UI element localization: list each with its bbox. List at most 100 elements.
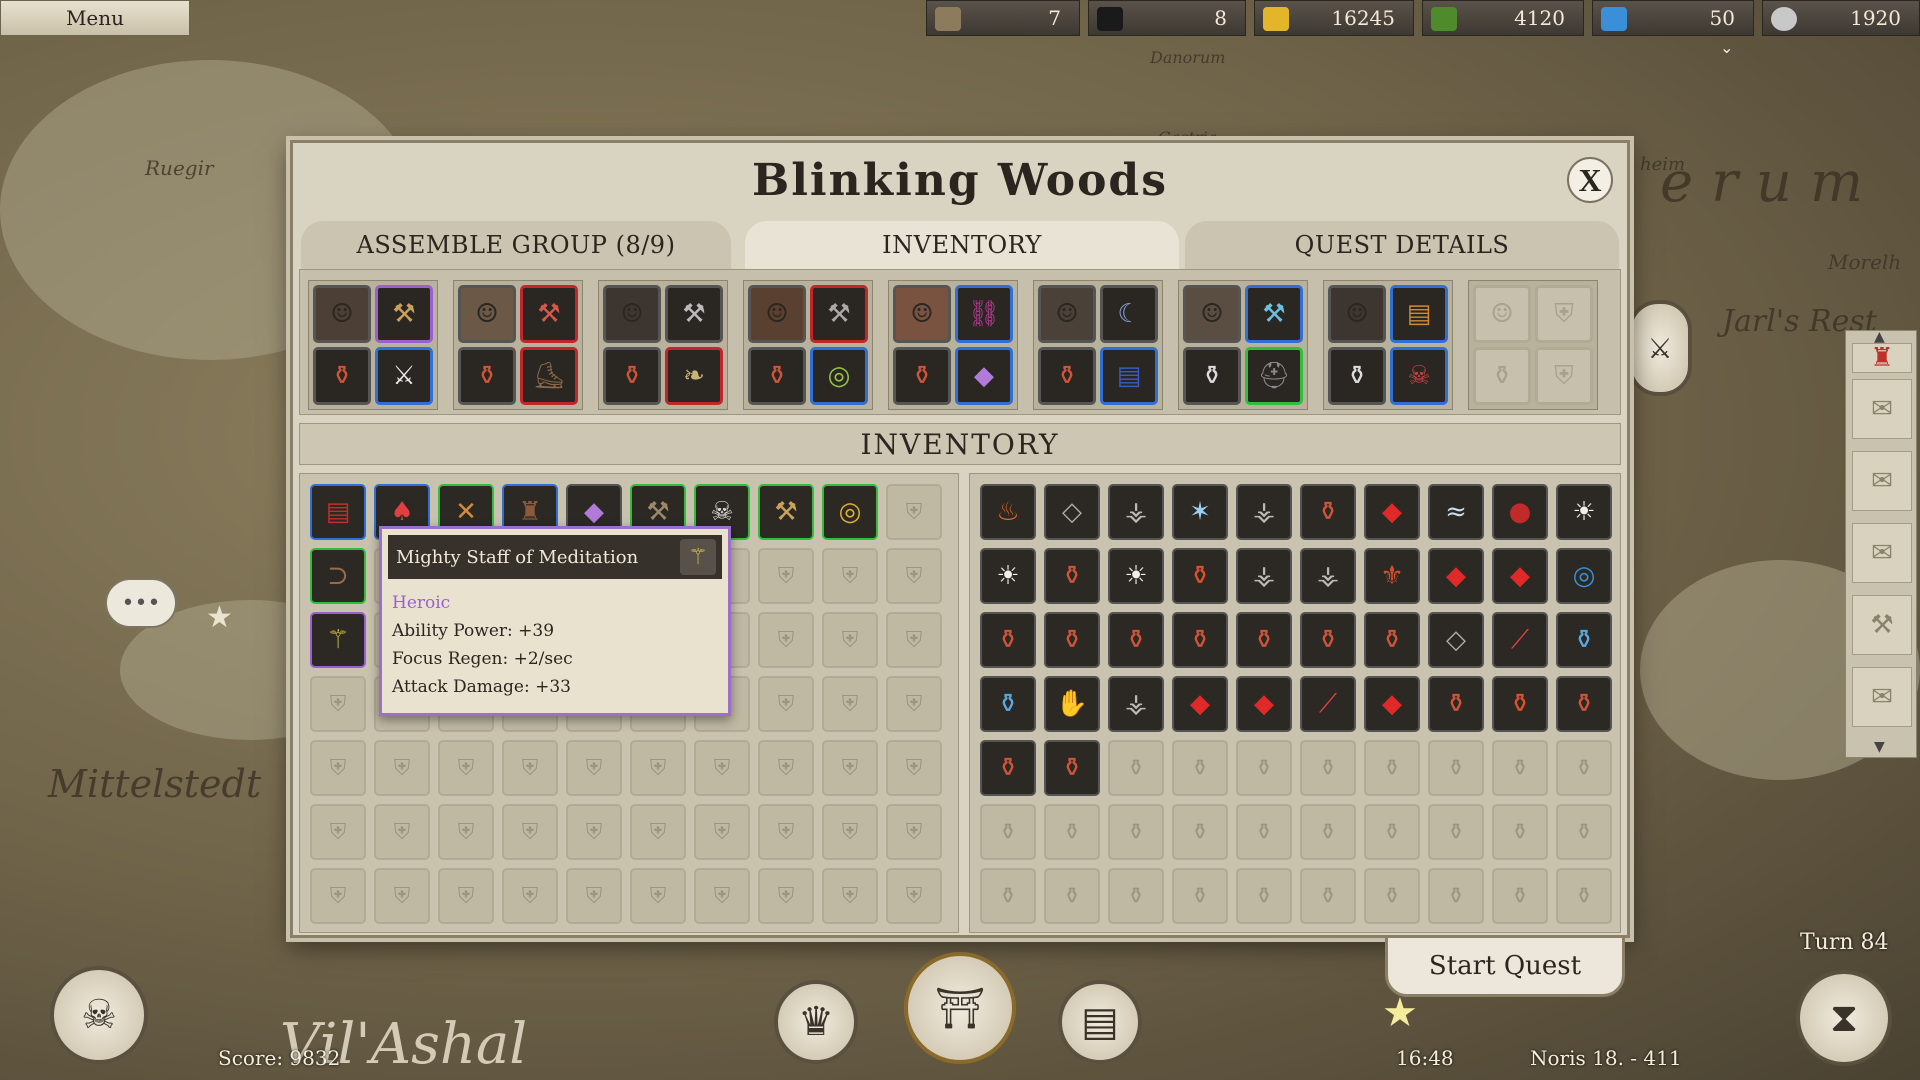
empty-slot[interactable]: ⛨ — [694, 804, 750, 860]
candy-icon[interactable]: ◆ — [1364, 676, 1420, 732]
empty-slot[interactable]: ⛨ — [886, 676, 942, 732]
amulet-slot[interactable]: ◎ — [810, 347, 868, 405]
potion-slot[interactable]: ⚱ — [893, 347, 951, 405]
feather-icon[interactable]: ⟋ — [1300, 676, 1356, 732]
empty-slot[interactable]: ⛨ — [374, 740, 430, 796]
empty-slot[interactable]: ⛨ — [758, 548, 814, 604]
empty-slot[interactable]: ⚱ — [1556, 868, 1612, 924]
empty-slot[interactable]: ⚱ — [1300, 740, 1356, 796]
empty-slot[interactable]: ⛨ — [438, 740, 494, 796]
list-item[interactable]: ♜ — [1852, 343, 1912, 373]
candy-icon[interactable]: ◆ — [1492, 548, 1548, 604]
scroll-icon[interactable]: ✉ — [1852, 379, 1912, 439]
empty-slot[interactable]: ⛨ — [822, 548, 878, 604]
empty-slot[interactable]: ⚱ — [1556, 804, 1612, 860]
candy-icon[interactable]: ◆ — [1172, 676, 1228, 732]
tab-quest-details[interactable]: QUEST DETAILS — [1185, 221, 1619, 269]
book-icon[interactable]: ▤ — [310, 484, 366, 540]
claw-icon[interactable]: ⚶ — [1236, 548, 1292, 604]
hero-portrait[interactable]: ☺ — [603, 285, 661, 343]
tab-inventory[interactable]: INVENTORY — [745, 221, 1179, 269]
rune-slot[interactable]: ◆ — [955, 347, 1013, 405]
potion-icon[interactable]: ⚱ — [1556, 676, 1612, 732]
gate-icon[interactable]: ⛩ — [904, 952, 1016, 1064]
candy-icon[interactable]: ◆ — [1428, 548, 1484, 604]
empty-slot[interactable]: ⛨ — [758, 804, 814, 860]
ring-icon[interactable]: ⊃ — [310, 548, 366, 604]
potion-icon[interactable]: ⚱ — [1172, 548, 1228, 604]
scroll-icon[interactable]: ✉ — [1852, 667, 1912, 727]
hourglass-icon[interactable]: ⧗ — [1796, 970, 1892, 1066]
spell-icon[interactable]: ✶ — [1172, 484, 1228, 540]
empty-slot[interactable]: ⚱ — [1492, 868, 1548, 924]
potion-icon[interactable]: ⚱ — [1428, 676, 1484, 732]
potion-icon[interactable]: ⚱ — [1108, 612, 1164, 668]
scroll-icon[interactable]: ✉ — [1852, 451, 1912, 511]
chat-bubble-icon[interactable]: ••• — [105, 578, 177, 628]
potion-icon[interactable]: ⚱ — [1300, 484, 1356, 540]
empty-slot[interactable]: ⛨ — [886, 740, 942, 796]
empty-slot[interactable]: ⛨ — [502, 804, 558, 860]
crystal-icon[interactable]: ◇ — [1428, 612, 1484, 668]
empty-slot[interactable]: ⚱ — [1428, 740, 1484, 796]
weapon-slot[interactable]: ⚒ — [1245, 285, 1303, 343]
empty-slot[interactable]: ⚱ — [1044, 804, 1100, 860]
potion-icon[interactable]: ⚱ — [1044, 612, 1100, 668]
empty-slot[interactable]: ⚱ — [1108, 740, 1164, 796]
empty-slot[interactable]: ⛨ — [310, 740, 366, 796]
glove-icon[interactable]: ✋ — [1044, 676, 1100, 732]
weapon-slot[interactable]: ⛓ — [955, 285, 1013, 343]
hammer-icon[interactable]: ⚒ — [758, 484, 814, 540]
potion-slot[interactable]: ⚱ — [313, 347, 371, 405]
empty-slot[interactable]: ⚱ — [1556, 740, 1612, 796]
weapon-slot[interactable]: ☾ — [1100, 285, 1158, 343]
empty-slot[interactable]: ⛨ — [758, 868, 814, 924]
empty-slot[interactable]: ⚱ — [1428, 868, 1484, 924]
empty-slot[interactable]: ⚱ — [1108, 868, 1164, 924]
empty-slot[interactable]: ⛨ — [886, 804, 942, 860]
claw-icon[interactable]: ⚶ — [1108, 676, 1164, 732]
book-slot[interactable]: ▤ — [1100, 347, 1158, 405]
empty-slot[interactable]: ⛨ — [310, 868, 366, 924]
empty-slot[interactable]: ⚱ — [1428, 804, 1484, 860]
empty-slot[interactable]: ⛨ — [822, 740, 878, 796]
empty-slot[interactable]: ⛨ — [758, 676, 814, 732]
empty-slot[interactable]: ⚱ — [1172, 804, 1228, 860]
empty-slot[interactable]: ⛨ — [566, 804, 622, 860]
empty-slot[interactable]: ⛨ — [822, 804, 878, 860]
fire-icon[interactable]: ♨ — [980, 484, 1036, 540]
weapon-slot[interactable]: ⚒ — [665, 285, 723, 343]
book-icon[interactable]: ▤ — [1058, 980, 1142, 1064]
tome-slot[interactable]: ▤ — [1390, 285, 1448, 343]
weapon-slot[interactable]: ⚒ — [375, 285, 433, 343]
empty-slot[interactable]: ⛨ — [822, 676, 878, 732]
crystal-icon[interactable]: ◇ — [1044, 484, 1100, 540]
member-card[interactable]: ☺ ⚒ ⚱ ⚔ — [308, 280, 438, 410]
potion-slot[interactable]: ⚱ — [1183, 347, 1241, 405]
member-card[interactable]: ☺ ☾ ⚱ ▤ — [1033, 280, 1163, 410]
crown-icon[interactable]: ♛ — [774, 980, 858, 1064]
light-icon[interactable]: ☀ — [1556, 484, 1612, 540]
cloak-slot[interactable]: ❧ — [665, 347, 723, 405]
empty-slot[interactable]: ⛨ — [886, 868, 942, 924]
claw-icon[interactable]: ⚶ — [1300, 548, 1356, 604]
empty-slot[interactable]: ⚱ — [1300, 804, 1356, 860]
empty-slot[interactable]: ⛨ — [822, 612, 878, 668]
empty-slot[interactable]: ⛨ — [886, 484, 942, 540]
empty-potion-icon[interactable]: ⚱ — [1473, 347, 1531, 405]
empty-slot[interactable]: ⛨ — [758, 740, 814, 796]
empty-slot[interactable]: ⛨ — [886, 612, 942, 668]
potion-icon[interactable]: ⚱ — [1492, 676, 1548, 732]
empty-slot[interactable]: ⚱ — [1172, 740, 1228, 796]
empty-slot[interactable]: ⛨ — [694, 868, 750, 924]
feather-icon[interactable]: ⟋ — [1492, 612, 1548, 668]
empty-slot[interactable]: ⛨ — [822, 868, 878, 924]
empty-slot[interactable]: ⚱ — [980, 868, 1036, 924]
chevron-down-icon[interactable]: ⌄ — [1720, 38, 1733, 57]
empty-slot[interactable]: ⛨ — [886, 548, 942, 604]
tab-assemble-group[interactable]: ASSEMBLE GROUP (8/9) — [301, 221, 731, 269]
claw-icon[interactable]: ⚶ — [1108, 484, 1164, 540]
empty-armor-icon[interactable]: ⛨ — [1535, 347, 1593, 405]
empty-slot[interactable]: ⚱ — [1364, 740, 1420, 796]
helmet-slot[interactable]: ⛑ — [1245, 347, 1303, 405]
